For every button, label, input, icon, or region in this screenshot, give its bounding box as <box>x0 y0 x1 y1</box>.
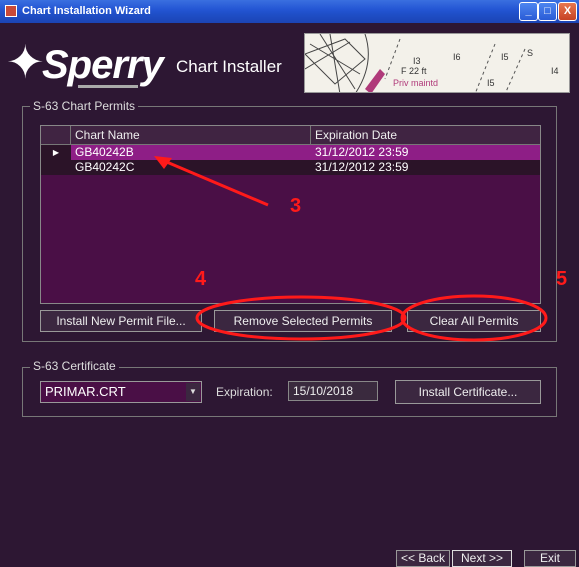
logo-underline <box>78 85 138 88</box>
header-title: Chart Installer <box>176 57 282 76</box>
sperry-logo: ✦ Sperry <box>6 29 176 89</box>
table-row[interactable]: ▶ GB40242B 31/12/2012 23:59 <box>41 145 540 160</box>
nautical-chart-image: I3 I6 I5 S I4 F 22 ft Priv maintd I5 <box>304 33 570 93</box>
exit-button[interactable]: Exit <box>524 550 576 567</box>
map-sounding: S <box>527 48 534 58</box>
maximize-button[interactable]: □ <box>538 2 557 21</box>
window-title: Chart Installation Wizard <box>22 5 151 17</box>
install-certificate-button[interactable]: Install Certificate... <box>395 380 541 404</box>
cell-chart-name: GB40242C <box>75 160 135 174</box>
grid-header: Chart Name Expiration Date <box>41 126 540 145</box>
close-button[interactable]: X <box>558 2 577 21</box>
certificate-select[interactable]: PRIMAR.CRT ▼ <box>40 381 202 403</box>
column-header-chart-name[interactable]: Chart Name <box>71 126 311 144</box>
cell-expiration: 31/12/2012 23:59 <box>315 145 409 159</box>
map-depth-label: F 22 ft <box>401 66 427 76</box>
permits-group-title: S-63 Chart Permits <box>30 99 139 113</box>
map-note-label: Priv maintd <box>393 78 439 88</box>
cell-chart-name: GB40242B <box>75 145 134 159</box>
next-button[interactable]: Next >> <box>452 550 512 567</box>
back-button[interactable]: << Back <box>396 550 450 567</box>
remove-permits-button[interactable]: Remove Selected Permits <box>214 310 392 332</box>
map-sounding: I6 <box>453 52 461 62</box>
row-header <box>41 160 71 175</box>
grid-corner <box>41 126 71 144</box>
expiration-label: Expiration: <box>216 385 273 399</box>
title-bar[interactable]: Chart Installation Wizard _ □ X <box>0 0 579 23</box>
expiration-field: 15/10/2018 <box>288 381 378 401</box>
annotation-number-3: 3 <box>290 195 302 217</box>
wizard-window: Chart Installation Wizard _ □ X ✦ Sperry… <box>0 0 579 567</box>
certificate-select-value: PRIMAR.CRT <box>45 384 126 399</box>
annotation-number-4: 4 <box>195 268 207 290</box>
clear-permits-button[interactable]: Clear All Permits <box>407 310 541 332</box>
minimize-button[interactable]: _ <box>519 2 538 21</box>
table-row[interactable]: GB40242C 31/12/2012 23:59 <box>41 160 540 175</box>
dropdown-arrow-icon[interactable]: ▼ <box>186 383 200 401</box>
map-sounding: I5 <box>501 52 509 62</box>
install-permit-button[interactable]: Install New Permit File... <box>40 310 202 332</box>
column-header-expiration[interactable]: Expiration Date <box>311 126 540 144</box>
certificate-group-title: S-63 Certificate <box>30 359 119 373</box>
star-icon: ✦ <box>6 36 45 88</box>
annotation-number-5: 5 <box>556 268 568 290</box>
logo-text: Sperry <box>42 43 164 87</box>
cell-expiration: 31/12/2012 23:59 <box>315 160 409 174</box>
map-sounding: I4 <box>551 66 559 76</box>
header-banner: ✦ Sperry Chart Installer I3 I6 I5 S I4 F… <box>0 23 579 96</box>
app-icon <box>5 5 17 17</box>
row-pointer-icon: ▶ <box>41 145 71 160</box>
map-sounding: I5 <box>487 78 495 88</box>
map-sounding: I3 <box>413 56 421 66</box>
